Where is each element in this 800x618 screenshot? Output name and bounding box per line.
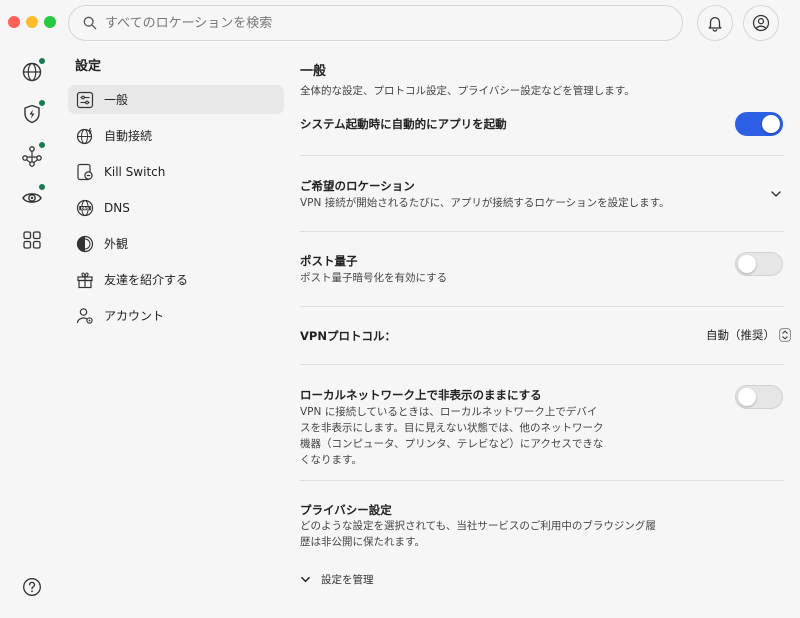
- page-subtitle: 全体的な設定、プロトコル設定、プライバシー設定などを管理します。: [300, 85, 635, 97]
- rail-item-threat-protection[interactable]: [20, 99, 46, 126]
- manage-settings-label: 設定を管理: [321, 574, 374, 586]
- desc-line: 歴は非公開に保たれます。: [300, 536, 425, 548]
- local-network-toggle[interactable]: [735, 385, 783, 409]
- search-input[interactable]: [105, 15, 665, 31]
- desc-line: くなります。: [300, 454, 362, 466]
- window-controls: [8, 16, 56, 28]
- grid-icon: [23, 231, 41, 249]
- settings-nav-title: 設定: [75, 59, 102, 74]
- appearance-icon: [76, 235, 94, 252]
- minimize-window-button[interactable]: [26, 16, 38, 28]
- local-network-label: ローカルネットワーク上で非表示のままにする: [300, 388, 542, 402]
- rail-item-vpn[interactable]: [20, 57, 46, 84]
- section-divider: [300, 306, 784, 307]
- section-divider: [300, 364, 784, 365]
- toggle-knob: [762, 115, 780, 133]
- local-network-desc: VPN に接続しているときは、ローカルネットワーク上でデバイ スを非表示にします…: [300, 404, 603, 468]
- status-badge: [38, 183, 46, 191]
- dns-icon: DNS: [76, 199, 94, 216]
- privacy-settings-label: プライバシー設定: [300, 503, 392, 517]
- rail-item-meshnet[interactable]: [20, 141, 46, 168]
- nav-item-label: DNS: [104, 200, 130, 215]
- manage-settings-button[interactable]: 設定を管理: [300, 572, 374, 587]
- post-quantum-desc: ポスト量子暗号化を有効にする: [300, 272, 448, 284]
- kill-switch-icon: [77, 163, 93, 180]
- desc-line: スを非表示にします。目に見えない状態では、他のネットワーク: [300, 422, 604, 434]
- nav-item-account[interactable]: アカウント: [68, 301, 284, 330]
- nav-item-label: 自動接続: [104, 129, 153, 143]
- nav-item-appearance[interactable]: 外観: [68, 229, 284, 258]
- stepper-chevrons-icon: [779, 328, 791, 342]
- rail-item-apps[interactable]: [20, 228, 44, 252]
- privacy-settings-desc: どのような設定を選択されても、当社サービスのご利用中のブラウジング履 歴は非公開…: [300, 518, 656, 550]
- user-icon: [752, 14, 770, 32]
- vpn-protocol-select[interactable]: 自動（推奨）: [706, 327, 791, 343]
- section-divider: [300, 231, 784, 232]
- maximize-window-button[interactable]: [44, 16, 56, 28]
- toggle-knob: [738, 255, 756, 273]
- svg-text:DNS: DNS: [81, 206, 90, 210]
- desc-line: どのような設定を選択されても、当社サービスのご利用中のブラウジング履: [300, 520, 656, 532]
- account-icon: [76, 307, 93, 324]
- desc-line: VPN に接続しているときは、ローカルネットワーク上でデバイ: [300, 406, 598, 418]
- settings-nav: 設定 一般 自動接続 Kill Switch DNS DNS 外観 友達を紹介す…: [68, 55, 284, 337]
- nav-item-label: アカウント: [104, 309, 165, 323]
- nav-item-label: 一般: [104, 93, 129, 107]
- app-window: 設定 一般 自動接続: [0, 0, 800, 618]
- post-quantum-label: ポスト量子: [300, 254, 358, 268]
- nav-item-label: 友達を紹介する: [104, 273, 189, 287]
- status-badge: [38, 99, 46, 107]
- section-divider: [300, 480, 784, 481]
- vpn-protocol-label: VPNプロトコル：: [300, 329, 396, 343]
- notifications-button[interactable]: [697, 5, 733, 41]
- nav-item-label: 外観: [104, 237, 129, 251]
- nav-item-auto-connect[interactable]: 自動接続: [68, 121, 284, 150]
- nav-item-label: Kill Switch: [104, 164, 166, 179]
- rail-item-dark-web-monitor[interactable]: [20, 183, 46, 210]
- search-icon: [83, 16, 97, 30]
- post-quantum-toggle[interactable]: [735, 252, 783, 276]
- nav-item-general[interactable]: 一般: [68, 85, 284, 114]
- status-badge: [38, 141, 46, 149]
- chevron-down-icon[interactable]: [770, 188, 782, 200]
- preferred-location-label[interactable]: ご希望のロケーション: [300, 178, 415, 194]
- nav-item-kill-switch[interactable]: Kill Switch: [68, 157, 284, 186]
- preferred-location-desc: VPN 接続が開始されるたびに、アプリが接続するロケーションを設定します。: [300, 197, 670, 209]
- nav-item-refer-friend[interactable]: 友達を紹介する: [68, 265, 284, 294]
- launch-at-startup-toggle[interactable]: [735, 112, 783, 136]
- desc-line: 機器（コンピュータ、プリンタ、テレビなど）にアクセスできな: [300, 438, 604, 450]
- vpn-protocol-value: 自動（推奨）: [706, 328, 775, 342]
- close-window-button[interactable]: [8, 16, 20, 28]
- toggle-knob: [738, 388, 756, 406]
- search-bar[interactable]: [68, 5, 683, 41]
- profile-button[interactable]: [743, 5, 779, 41]
- help-icon[interactable]: [22, 577, 42, 597]
- sliders-icon: [76, 91, 94, 108]
- chevron-down-icon: [301, 576, 310, 583]
- auto-connect-icon: [76, 127, 93, 144]
- page-title: 一般: [300, 64, 327, 79]
- section-divider: [300, 155, 784, 156]
- status-badge: [38, 57, 46, 65]
- left-rail: [0, 50, 64, 618]
- gift-icon: [77, 271, 93, 288]
- launch-at-startup-label: システム起動時に自動的にアプリを起動: [300, 117, 507, 131]
- nav-item-dns[interactable]: DNS DNS: [68, 193, 284, 222]
- bell-icon: [708, 16, 722, 32]
